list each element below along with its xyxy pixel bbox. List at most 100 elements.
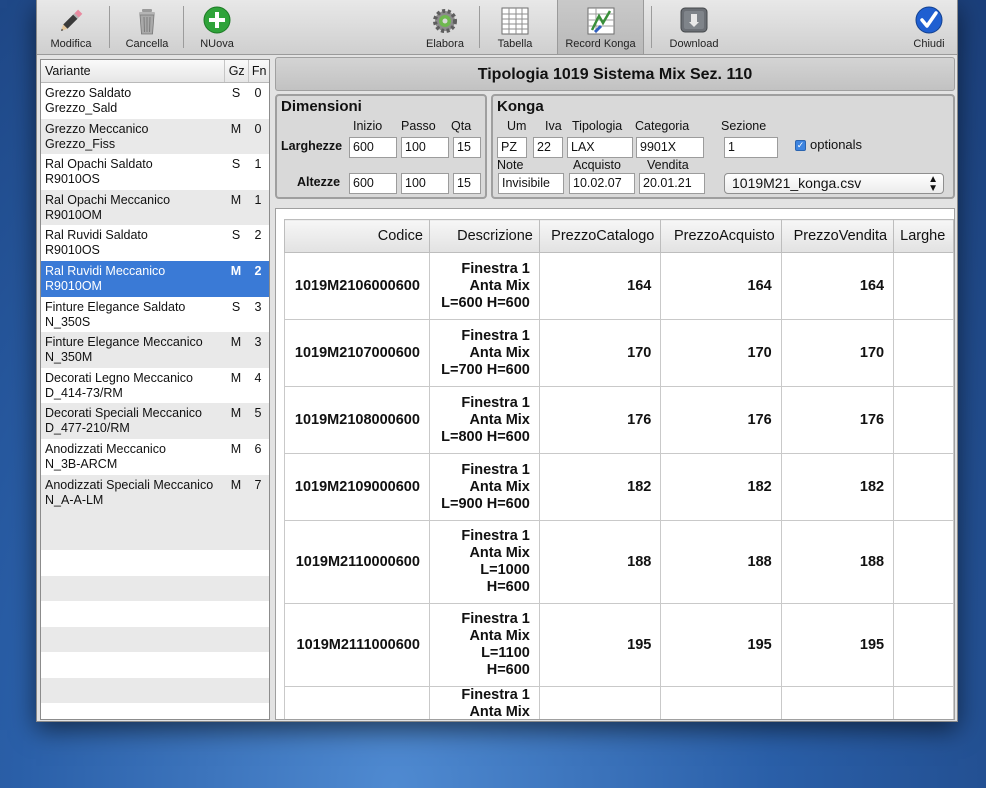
toolbar-separator (109, 6, 110, 48)
variant-line2: R9010OM (45, 278, 102, 293)
cell-vendita: 164 (780, 252, 895, 320)
variant-fn: 2 (254, 228, 262, 243)
variant-line1: Anodizzati Speciali Meccanico (45, 477, 214, 492)
cell-catalogo (538, 686, 662, 719)
column-header[interactable]: PrezzoAcquisto (660, 219, 782, 253)
cell-acquisto: 170 (660, 319, 782, 387)
record-konga-button[interactable]: Record Konga (557, 0, 644, 54)
acquisto-input[interactable]: 10.02.07 (569, 173, 635, 194)
download-icon (679, 6, 709, 36)
column-header[interactable]: Descrizione (428, 219, 540, 253)
modifica-button[interactable]: Modifica (43, 0, 99, 54)
variant-row[interactable]: Ral Ruvidi Saldato R9010OS S 2 (41, 225, 269, 261)
column-header[interactable]: Codice (284, 219, 430, 253)
price-grid: Codice Descrizione PrezzoCatalogo PrezzoAcq… (284, 219, 954, 719)
larghezze-inizio-input[interactable]: 600 (349, 137, 397, 158)
variant-fn: 7 (254, 477, 262, 492)
variant-row[interactable]: Anodizzati Meccanico N_3B-ARCM M 6 (41, 438, 269, 475)
variant-column-header[interactable]: Variante (41, 60, 225, 82)
categoria-label: Categoria (635, 119, 690, 133)
dimensioni-title: Dimensioni (281, 98, 362, 115)
fn-column-header[interactable]: Fn (249, 60, 269, 82)
altezze-qta-input[interactable]: 15 (453, 173, 481, 194)
um-input[interactable]: PZ (497, 137, 527, 158)
elabora-button[interactable]: Elabora (417, 0, 473, 54)
app-window: Modifica Cancella NUova Elabora Tabella … (36, 0, 958, 722)
cell-descrizione: Finestra 1 Anta Mix L=1000 H=600 (428, 520, 540, 604)
variant-gz: M (230, 121, 242, 136)
variant-row[interactable]: Ral Opachi Meccanico R9010OM M 1 (41, 189, 269, 226)
variant-row[interactable]: Finture Elegance Meccanico N_350M M 3 (41, 332, 269, 368)
variant-name: Ral Opachi Meccanico R9010OM (41, 190, 224, 226)
iva-label: Iva (545, 119, 562, 133)
column-header[interactable]: PrezzoCatalogo (538, 219, 662, 253)
variant-name: Finture Elegance Meccanico N_350M (41, 332, 224, 368)
cell-acquisto: 188 (660, 520, 782, 604)
column-header[interactable]: PrezzoVendita (780, 219, 895, 253)
price-table[interactable]: Codice Descrizione PrezzoCatalogo PrezzoAcq… (275, 208, 955, 720)
select-arrows-icon: ▲ ▼ (928, 174, 938, 194)
iva-input[interactable]: 22 (533, 137, 563, 158)
nuova-label: NUova (200, 38, 234, 50)
cancella-button[interactable]: Cancella (119, 0, 175, 54)
vendita-input[interactable]: 20.01.21 (639, 173, 705, 194)
variant-row[interactable]: Grezzo Saldato Grezzo_Sald S 0 (41, 83, 269, 119)
variant-row[interactable]: Decorati Legno Meccanico D_414-73/RM M 4 (41, 367, 269, 404)
cell-larghezza (893, 453, 954, 521)
variant-row[interactable]: Ral Ruvidi Meccanico R9010OM M 2 (41, 260, 269, 297)
variant-line1: Grezzo Saldato (45, 86, 132, 100)
table-row[interactable]: 1019M2108000600 Finestra 1 Anta Mix L=800… (284, 386, 954, 454)
variant-name: Anodizzati Speciali Meccanico N_A-A-LM (41, 475, 224, 525)
sezione-input[interactable]: 1 (724, 137, 778, 158)
cell-descrizione: Finestra 1 Anta Mix (428, 686, 540, 719)
variant-line1: Ral Opachi Meccanico (45, 192, 171, 207)
table-row[interactable]: 1019M2109000600 Finestra 1 Anta Mix L=900… (284, 453, 954, 521)
table-row[interactable]: 1019M2110000600 Finestra 1 Anta Mix L=100… (284, 520, 954, 604)
cell-descrizione: Finestra 1 Anta Mix L=1100 H=600 (428, 603, 540, 687)
note-input[interactable]: Invisibile (498, 173, 564, 194)
categoria-input[interactable]: 9901X (636, 137, 704, 158)
variant-gz: S (231, 86, 241, 100)
passo-label: Passo (401, 119, 436, 133)
larghezze-passo-input[interactable]: 100 (401, 137, 449, 158)
tipologia-input[interactable]: LAX (567, 137, 633, 158)
column-header[interactable]: Larghe (893, 219, 954, 253)
variant-row[interactable]: Decorati Speciali Meccanico D_477-210/RM M… (41, 403, 269, 439)
variant-fn: 1 (254, 192, 262, 207)
variant-fn: 0 (254, 121, 262, 136)
cell-larghezza (893, 252, 954, 320)
nuova-button[interactable]: NUova (189, 0, 245, 54)
download-button[interactable]: Download (661, 0, 727, 54)
variant-row[interactable]: Grezzo Meccanico Grezzo_Fiss M 0 (41, 118, 269, 155)
table-row[interactable]: Finestra 1 Anta Mix (284, 686, 954, 719)
cell-descrizione: Finestra 1 Anta Mix L=900 H=600 (428, 453, 540, 521)
table-row[interactable]: 1019M2107000600 Finestra 1 Anta Mix L=700… (284, 319, 954, 387)
table-row[interactable]: 1019M2111000600 Finestra 1 Anta Mix L=110… (284, 603, 954, 687)
gz-column-header[interactable]: Gz (225, 60, 250, 82)
table-row[interactable]: 1019M2106000600 Finestra 1 Anta Mix L=600… (284, 252, 954, 320)
larghezze-qta-input[interactable]: 15 (453, 137, 481, 158)
variant-line1: Ral Opachi Saldato (45, 157, 153, 172)
variant-fn: 3 (254, 299, 262, 314)
empty-row (41, 575, 269, 602)
variant-fn: 6 (254, 441, 262, 456)
cell-descrizione: Finestra 1 Anta Mix L=800 H=600 (428, 386, 540, 454)
variant-name: Grezzo Saldato Grezzo_Sald (41, 83, 224, 119)
variant-row[interactable]: Ral Opachi Saldato R9010OS S 1 (41, 154, 269, 190)
konga-file-select-value: 1019M21_konga.csv (732, 175, 862, 191)
variant-line2: R9010OS (45, 172, 100, 187)
plus-icon (202, 6, 232, 36)
variant-name: Ral Ruvidi Saldato R9010OS (41, 225, 224, 261)
chiudi-button[interactable]: Chiudi (903, 0, 955, 54)
cell-codice: 1019M2106000600 (284, 252, 430, 320)
variant-line2: R9010OM (45, 207, 102, 222)
altezze-inizio-input[interactable]: 600 (349, 173, 397, 194)
variant-row[interactable]: Anodizzati Speciali Meccanico N_A-A-LM M 7 (41, 474, 269, 525)
altezze-passo-input[interactable]: 100 (401, 173, 449, 194)
tabella-button[interactable]: Tabella (487, 0, 543, 54)
variant-line1: Finture Elegance Meccanico (45, 335, 203, 350)
optionals-checkbox[interactable]: ✓ (795, 140, 806, 151)
variant-row[interactable]: Finture Elegance Saldato N_350S S 3 (41, 296, 269, 333)
variant-list[interactable]: Variante Gz Fn Grezzo Saldato Grezzo_Sald… (40, 59, 270, 720)
konga-file-select[interactable]: 1019M21_konga.csv ▲ ▼ (724, 173, 944, 194)
